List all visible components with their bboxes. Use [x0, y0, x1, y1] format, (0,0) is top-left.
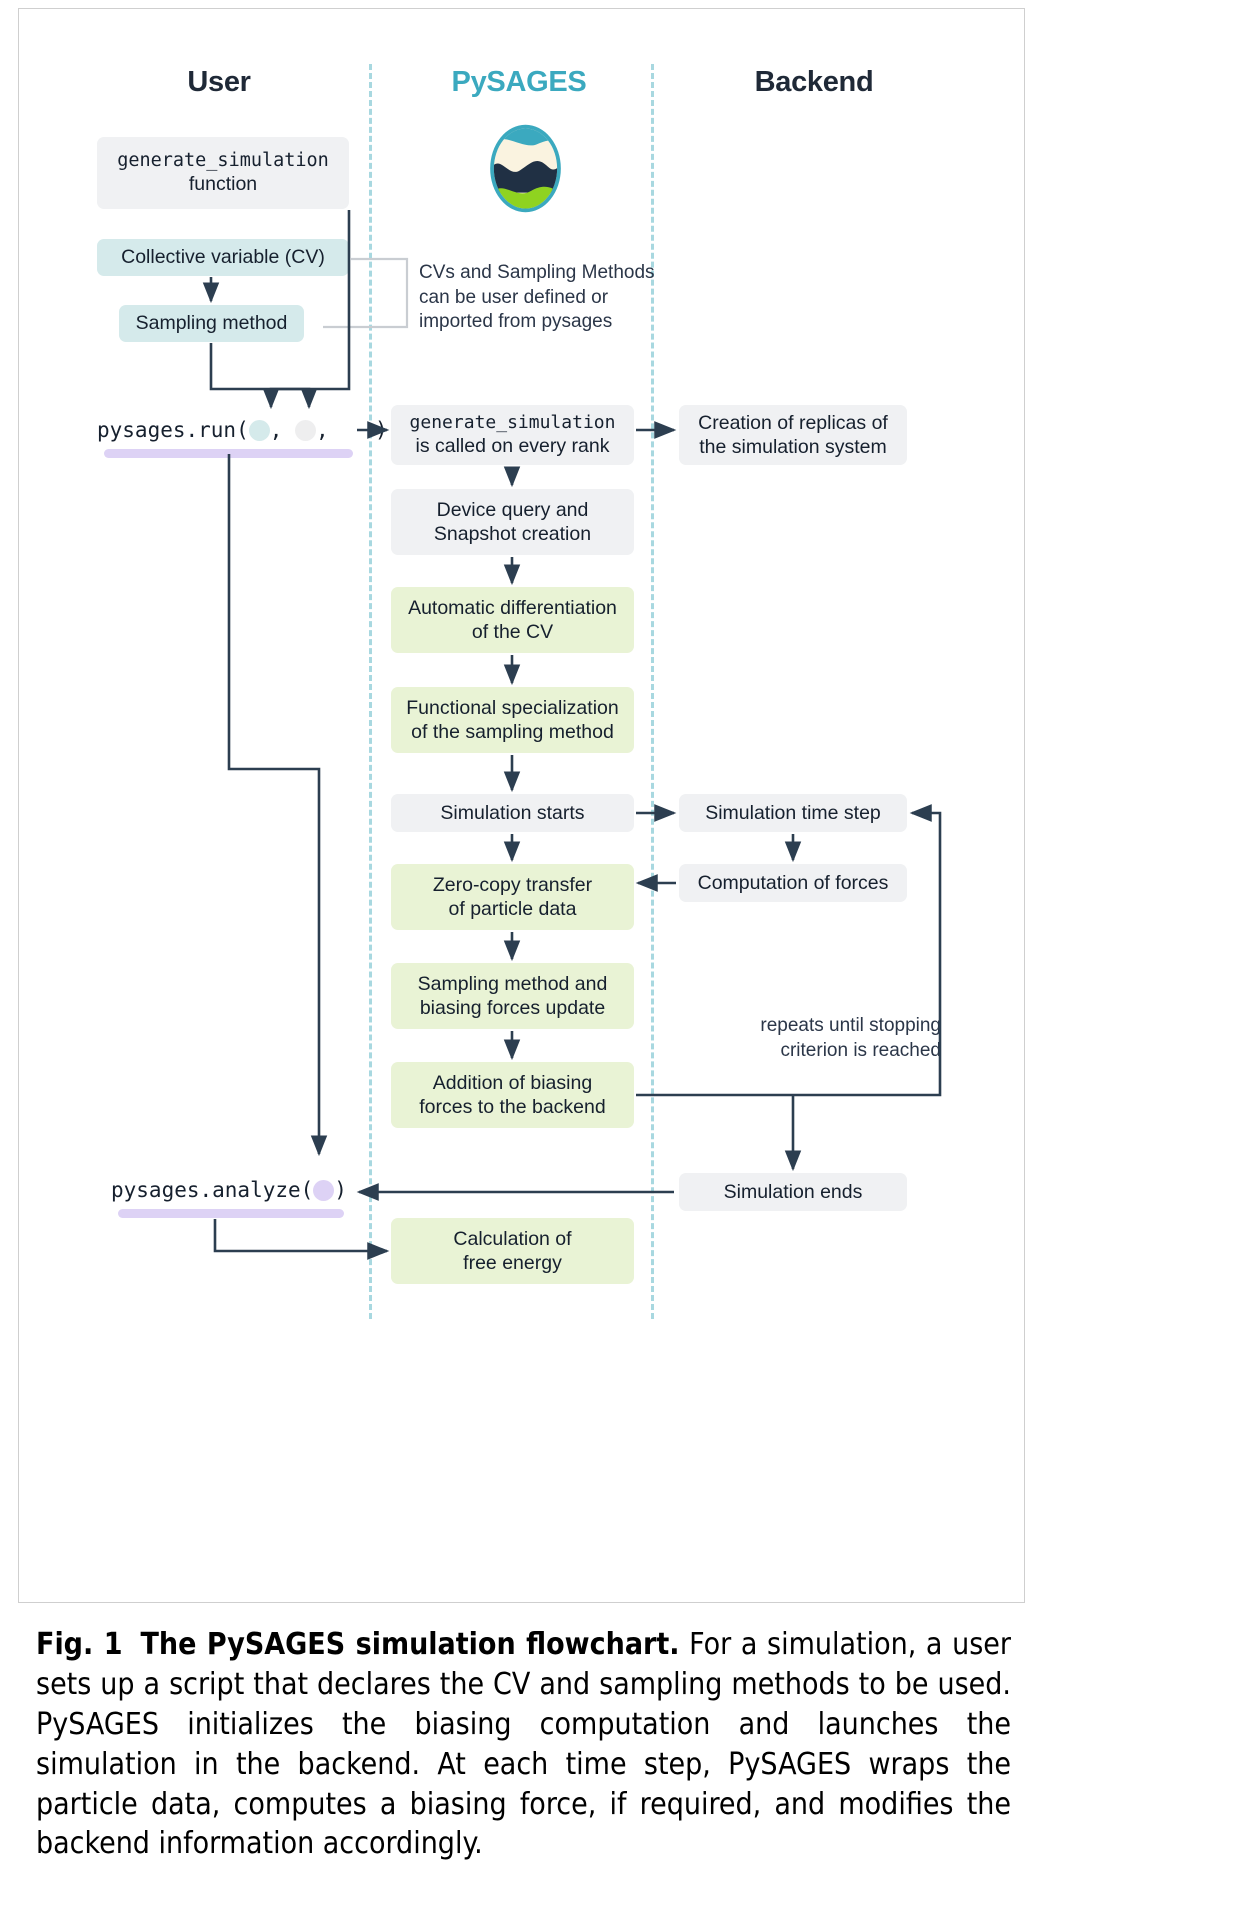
box-functional-specialization: Functional specialization of the samplin… — [391, 687, 634, 753]
analyze-prefix: pysages.analyze( — [111, 1178, 314, 1202]
funcspec-line1: Functional specialization — [406, 696, 619, 719]
autodiff-line1: Automatic differentiation — [408, 596, 617, 619]
addbias-line1: Addition of biasing — [432, 1071, 593, 1094]
analyze-arg-dot — [313, 1179, 335, 1201]
generate-sim-line2: function — [188, 173, 258, 196]
box-zero-copy-transfer: Zero-copy transfer of particle data — [391, 864, 634, 930]
device-line2: Snapshot creation — [433, 523, 592, 545]
code-pysages-run: pysages.run(, , ) — [97, 415, 388, 445]
column-header-backend: Backend — [754, 66, 874, 98]
box-simulation-time-step: Simulation time step — [679, 794, 907, 832]
addbias-line2: forces to the backend — [419, 1096, 606, 1118]
freeen-line2: free energy — [463, 1252, 562, 1274]
gen-rank-line1: generate_simulation — [409, 411, 616, 433]
run-arg-sim-dot — [295, 419, 317, 441]
replicas-line1: Creation of replicas of — [698, 411, 888, 434]
figure-caption: Fig. 1 The PySAGES simulation flowchart. … — [36, 1625, 1011, 1864]
run-prefix: pysages.run( — [97, 418, 249, 442]
zerocopy-line2: of particle data — [448, 898, 577, 920]
box-automatic-differentiation: Automatic differentiation of the CV — [391, 587, 634, 653]
box-creation-of-replicas: Creation of replicas of the simulation s… — [679, 405, 907, 465]
sampupd-line1: Sampling method and — [417, 972, 608, 995]
box-sampling-method: Sampling method — [119, 305, 304, 342]
freeen-line1: Calculation of — [453, 1227, 572, 1250]
box-addition-biasing-forces: Addition of biasing forces to the backen… — [391, 1062, 634, 1128]
box-simulation-ends: Simulation ends — [679, 1173, 907, 1211]
box-generate-simulation-function: generate_simulation function — [97, 137, 349, 209]
box-computation-of-forces: Computation of forces — [679, 864, 907, 902]
device-line1: Device query and — [436, 498, 589, 521]
column-header-user: User — [187, 66, 251, 98]
caption-body: For a simulation, a user sets up a scrip… — [36, 1627, 1011, 1862]
replicas-line2: the simulation system — [699, 436, 887, 458]
lane-divider-user-pysages — [369, 64, 372, 1319]
box-simulation-starts: Simulation starts — [391, 794, 634, 832]
funcspec-line2: of the sampling method — [411, 721, 614, 743]
run-sep2: , — [316, 418, 354, 442]
autodiff-line2: of the CV — [471, 621, 554, 643]
run-underline-bar — [104, 449, 353, 458]
box-device-query: Device query and Snapshot creation — [391, 489, 634, 555]
column-header-pysages: PySAGES — [451, 66, 587, 98]
caption-title: The PySAGES simulation flowchart. — [140, 1627, 680, 1662]
run-suffix: ) — [374, 418, 388, 442]
gen-rank-line2: is called on every rank — [415, 435, 610, 458]
run-arg-cv-dot — [248, 419, 270, 441]
annotation-cv-note: CVs and Sampling Methods can be user def… — [419, 262, 655, 333]
caption-label: Fig. 1 — [36, 1627, 123, 1662]
figure-panel: User PySAGES Backend generate_simulation… — [18, 8, 1025, 1603]
analyze-suffix: ) — [334, 1178, 347, 1202]
run-sep1: , — [269, 418, 296, 442]
box-generate-sim-rank: generate_simulation is called on every r… — [391, 405, 634, 465]
pysages-logo-icon — [490, 124, 561, 213]
analyze-underline-bar — [118, 1209, 344, 1218]
sampupd-line2: biasing forces update — [419, 997, 606, 1019]
zerocopy-line1: Zero-copy transfer — [432, 873, 593, 896]
box-calculation-free-energy: Calculation of free energy — [391, 1218, 634, 1284]
box-collective-variable: Collective variable (CV) — [97, 239, 349, 276]
lane-divider-pysages-backend — [651, 64, 654, 1319]
generate-sim-line1: generate_simulation — [117, 150, 329, 172]
annotation-repeat-note: repeats until stopping criterion is reac… — [760, 1015, 941, 1061]
code-pysages-analyze: pysages.analyze() — [111, 1175, 347, 1205]
box-sampling-biasing-update: Sampling method and biasing forces updat… — [391, 963, 634, 1029]
